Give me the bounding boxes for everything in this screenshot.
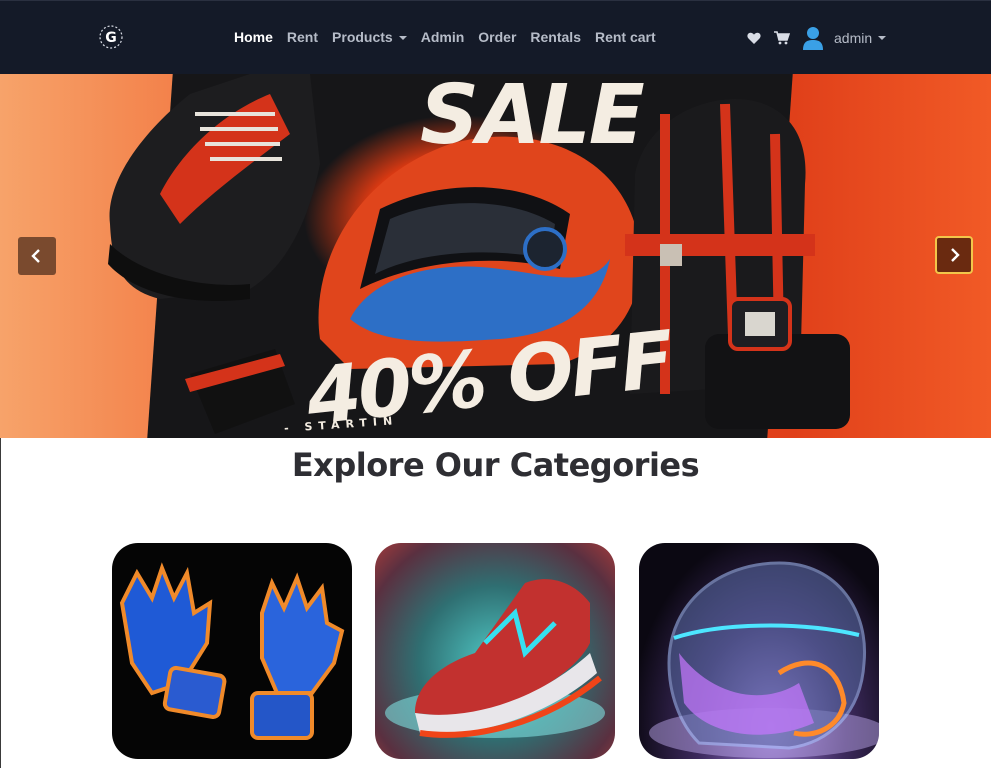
nav-user-area: admin [746, 25, 887, 51]
nav-products-dropdown[interactable]: Products [332, 29, 407, 45]
category-card-gloves[interactable] [112, 543, 352, 759]
categories-title: Explore Our Categories [291, 446, 700, 484]
caret-down-icon [398, 36, 407, 41]
hero-sale-headline: SALE [420, 74, 645, 163]
category-card-helmets[interactable] [639, 543, 879, 759]
nav-products-label: Products [332, 29, 393, 45]
category-card-sneakers[interactable] [375, 543, 615, 759]
nav-rent-cart[interactable]: Rent cart [595, 29, 656, 45]
user-avatar-icon[interactable] [802, 25, 824, 51]
chevron-left-icon [31, 249, 40, 263]
g-gear-logo-icon[interactable]: G [99, 25, 123, 49]
shoe-image [108, 74, 320, 301]
helmet-category-image [649, 561, 879, 758]
nav-home[interactable]: Home [234, 29, 273, 45]
top-navbar: G Home Rent Products Admin Order Rentals… [0, 0, 991, 74]
cart-icon[interactable] [774, 30, 790, 46]
sneaker-image [385, 579, 605, 738]
caret-down-icon [878, 36, 887, 40]
camera-image [705, 297, 850, 429]
nav-rentals[interactable]: Rentals [530, 29, 581, 45]
hero-carousel: SALE 40% OFF - STARTIN [0, 74, 991, 438]
user-menu-dropdown[interactable]: admin [834, 30, 887, 46]
carousel-prev-button[interactable] [18, 237, 56, 275]
user-name: admin [834, 30, 873, 46]
carousel-next-button[interactable] [935, 236, 973, 274]
nav-order[interactable]: Order [478, 29, 516, 45]
chevron-right-icon [951, 248, 960, 262]
gloves-image [119, 562, 345, 740]
svg-text:G: G [105, 30, 117, 46]
heart-icon[interactable] [746, 30, 762, 46]
page-edge [0, 438, 1, 768]
nav-rent[interactable]: Rent [287, 29, 318, 45]
main-nav: Home Rent Products Admin Order Rentals R… [234, 29, 670, 45]
nav-admin[interactable]: Admin [421, 29, 465, 45]
